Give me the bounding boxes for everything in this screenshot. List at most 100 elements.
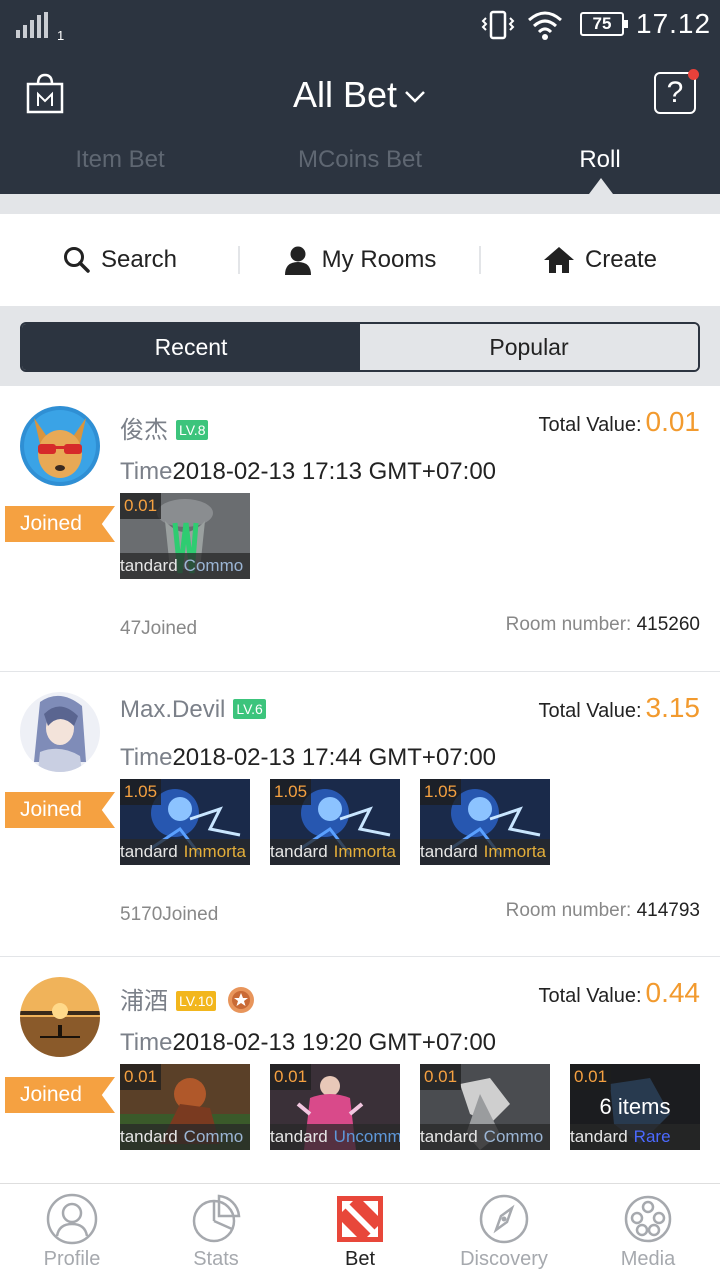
item-thumbnail[interactable]: 0.01 tandard Commo	[120, 493, 250, 579]
compass-icon	[479, 1194, 529, 1244]
item-thumbnail[interactable]: 0.01 tandard Commo	[120, 1064, 250, 1150]
active-tab-indicator	[589, 178, 613, 194]
item-thumbnail[interactable]: 0.01 tandard Commo	[420, 1064, 550, 1150]
create-label: Create	[584, 246, 658, 273]
joined-tag: Joined	[5, 792, 115, 828]
item-price: 1.05	[120, 779, 162, 805]
top-bar: 1 75 17.12 All Bet ? Item Bet MCoins Bet	[0, 0, 720, 194]
my-rooms-button[interactable]: My Rooms	[240, 214, 480, 306]
item-rarity: Uncomm	[333, 1127, 400, 1146]
item-rarity: Commo	[183, 1127, 244, 1146]
action-bar: Search My Rooms Create	[0, 214, 720, 306]
search-label: Search	[100, 246, 178, 273]
my-rooms-label: My Rooms	[321, 246, 437, 273]
bet-type-dropdown[interactable]: All Bet	[0, 74, 720, 116]
joined-count: 47Joined	[120, 618, 198, 639]
profile-icon	[46, 1193, 98, 1245]
room-number-label: Room number:	[505, 614, 632, 635]
room-number-value: 415260	[636, 614, 700, 635]
item-price: 1.05	[420, 779, 462, 805]
total-value-label: Total Value:	[538, 700, 642, 722]
room-number: Room number: 414793	[506, 900, 700, 922]
room-time: Time2018-02-13 17:44 GMT+07:00	[120, 744, 496, 772]
film-reel-icon	[624, 1195, 672, 1243]
time-value: 2018-02-13 17:13 GMT+07:00	[172, 458, 497, 485]
total-value-label: Total Value:	[538, 985, 642, 1007]
nav-bet-label: Bet	[344, 1248, 376, 1270]
item-quality-text: tandard	[270, 1127, 328, 1146]
tab-mcoins-bet[interactable]: MCoins Bet	[240, 146, 480, 174]
username: 俊杰 LV.8	[120, 410, 209, 445]
vibrate-icon	[481, 10, 515, 40]
avatar	[20, 977, 100, 1057]
user-icon	[284, 246, 311, 275]
item-quality-text: tandard	[420, 842, 478, 861]
sort-segmented-control: Recent Popular	[20, 322, 700, 372]
item-quality-text: tandard	[120, 842, 178, 861]
item-price: 0.01	[120, 1064, 162, 1090]
item-thumbnail[interactable]: 1.05 tandard Immorta	[420, 779, 550, 865]
room-time: Time2018-02-13 17:13 GMT+07:00	[120, 458, 496, 486]
item-thumbnail[interactable]: 0.01 6 items tandard Rare	[570, 1064, 700, 1150]
nav-discovery[interactable]: Discovery	[432, 1184, 576, 1280]
item-quality: tandard Immorta	[120, 839, 250, 865]
time-label: Time	[120, 458, 173, 485]
username: Max.Devil LV.6	[120, 696, 266, 724]
item-quality-text: tandard	[270, 842, 328, 861]
item-quality-text: tandard	[570, 1127, 628, 1146]
notification-dot	[688, 69, 699, 80]
wifi-icon	[528, 11, 562, 40]
item-quality-text: tandard	[120, 1127, 178, 1146]
item-quality: tandard Rare	[570, 1124, 700, 1150]
sim-slot: 1	[57, 28, 65, 43]
total-value: Total Value: 0.44	[538, 977, 700, 1009]
segment-recent[interactable]: Recent	[22, 324, 360, 370]
search-button[interactable]: Search	[0, 214, 240, 306]
joined-tag: Joined	[5, 1077, 115, 1113]
level-badge: LV.8	[176, 420, 209, 440]
item-price: 0.01	[420, 1064, 462, 1090]
item-quality-text: tandard	[420, 1127, 478, 1146]
dota-icon	[337, 1196, 383, 1242]
time-value: 2018-02-13 17:44 GMT+07:00	[172, 744, 497, 771]
nav-media[interactable]: Media	[576, 1184, 720, 1280]
nav-bet[interactable]: Bet	[288, 1184, 432, 1280]
tab-item-bet[interactable]: Item Bet	[0, 146, 240, 174]
nav-discovery-label: Discovery	[460, 1248, 548, 1270]
item-rarity: Commo	[183, 556, 244, 575]
item-quality: tandard Immorta	[420, 839, 550, 865]
nav-stats-label: Stats	[193, 1248, 239, 1270]
item-price: 1.05	[270, 779, 312, 805]
nav-media-label: Media	[620, 1248, 676, 1270]
segment-area: Recent Popular	[0, 306, 720, 386]
clock: 17.12	[636, 8, 712, 39]
time-label: Time	[120, 744, 173, 771]
search-icon	[63, 247, 90, 273]
nav-profile[interactable]: Profile	[0, 1184, 144, 1280]
item-thumbnail[interactable]: 0.01 tandard Uncomm	[270, 1064, 400, 1150]
item-price: 0.01	[120, 493, 162, 519]
tab-roll[interactable]: Roll	[480, 146, 720, 174]
joined-tag: Joined	[5, 506, 115, 542]
item-rarity: Immorta	[483, 842, 547, 861]
item-quality: tandard Commo	[120, 553, 250, 579]
header: All Bet ?	[0, 52, 720, 142]
item-rarity: Immorta	[333, 842, 397, 861]
item-quality-text: tandard	[120, 556, 178, 575]
room-number-value: 414793	[636, 900, 700, 921]
item-quality: tandard Commo	[120, 1124, 250, 1150]
avatar	[20, 406, 100, 486]
room-card[interactable]: 俊杰 LV.8 Total Value: 0.01 Time2018-02-13 1…	[0, 386, 720, 672]
item-thumbnail[interactable]: 1.05 tandard Immorta	[120, 779, 250, 865]
total-value: Total Value: 0.01	[538, 406, 700, 438]
room-card[interactable]: Max.Devil LV.6 Total Value: 3.15 Time2018-…	[0, 672, 720, 957]
create-button[interactable]: Create	[480, 214, 720, 306]
total-value-amount: 0.44	[645, 977, 701, 1008]
segment-popular[interactable]: Popular	[360, 324, 698, 370]
nav-stats[interactable]: Stats	[144, 1184, 288, 1280]
item-thumbnail[interactable]: 1.05 tandard Immorta	[270, 779, 400, 865]
home-icon	[543, 247, 574, 273]
room-card[interactable]: 浦酒 LV.10 Total Value: 0.44 Time2018-02-13 …	[0, 957, 720, 1183]
page-title: All Bet	[292, 74, 398, 115]
nav-profile-label: Profile	[43, 1248, 101, 1270]
